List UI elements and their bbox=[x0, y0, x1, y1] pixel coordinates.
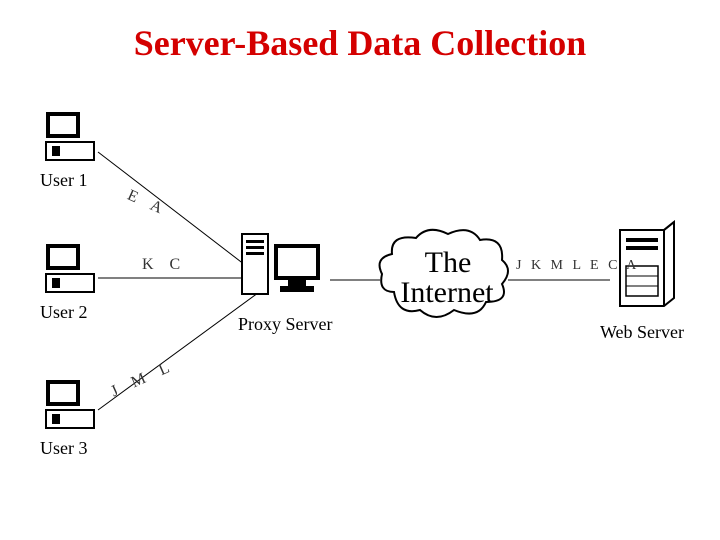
user3-label: User 3 bbox=[40, 438, 88, 459]
network-diagram: User 1 User 2 User 3 Proxy Server The In… bbox=[30, 90, 690, 490]
web-server-label: Web Server bbox=[600, 322, 684, 343]
proxy-label: Proxy Server bbox=[238, 314, 332, 335]
desktop-icon bbox=[40, 240, 100, 300]
desktop-icon bbox=[40, 108, 100, 168]
user2-label: User 2 bbox=[40, 302, 88, 323]
user1-label: User 1 bbox=[40, 170, 88, 191]
page-title: Server-Based Data Collection bbox=[0, 22, 720, 64]
diagram-lines bbox=[30, 90, 690, 490]
proxy-server-icon bbox=[240, 230, 330, 310]
internet-label-line2: Internet bbox=[392, 278, 502, 308]
internet-label-line1: The bbox=[408, 248, 488, 278]
edge-internet-web: J K M L E C A bbox=[516, 258, 639, 274]
desktop-icon bbox=[40, 376, 100, 436]
edge-user2-proxy: K C bbox=[142, 256, 186, 274]
